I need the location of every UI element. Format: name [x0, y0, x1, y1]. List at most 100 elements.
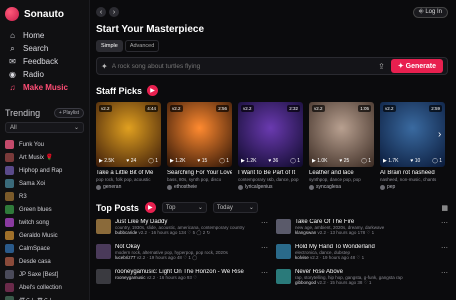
comments-count[interactable]: ◯ 1 — [219, 158, 229, 164]
trending-item[interactable]: 僕らし暮らし — [5, 294, 84, 300]
song-author[interactable]: generan — [96, 184, 161, 190]
more-options-icon[interactable]: ⋯ — [261, 244, 268, 265]
nav-item-radio[interactable]: ◉ Radio — [5, 68, 84, 81]
trending-item[interactable]: Abel's collection — [5, 281, 84, 294]
post-row[interactable]: Just Like My Daddy country, 1930s, slide,… — [96, 219, 268, 240]
play-all-icon[interactable]: ▶ — [147, 85, 159, 96]
upload-icon[interactable]: ⇪ — [378, 62, 385, 71]
song-stats: ▶ 1.2K ♥ 15 ◯ 1 — [170, 158, 229, 164]
sort-select[interactable]: Top ⌄ — [161, 202, 207, 213]
post-row[interactable]: Never Rise Above rap, storytelling, hip h… — [276, 269, 448, 290]
post-row[interactable]: Not Okay modern rock, alternative pop, hy… — [96, 244, 268, 265]
grid-view-icon[interactable]: ▦ — [441, 204, 448, 212]
login-button[interactable]: ⎆ Log In — [412, 6, 448, 18]
post-author[interactable]: gibbongod — [295, 280, 316, 285]
play-all-icon[interactable]: ▶ — [144, 202, 156, 213]
brand[interactable]: Sonauto — [5, 7, 84, 21]
post-author[interactable]: bubbcaride — [115, 230, 137, 235]
trending-item[interactable]: JP Saxe [Best] — [5, 268, 84, 281]
more-options-icon[interactable]: ⋯ — [441, 219, 448, 240]
tab-simple[interactable]: Simple — [96, 40, 123, 52]
more-options-icon[interactable]: ⋯ — [441, 244, 448, 265]
trending-item[interactable]: R3 — [5, 190, 84, 203]
song-cover[interactable]: v2.2 1:05 ▶ 1.0K ♥ 25 ◯ 1 — [309, 102, 374, 167]
song-cover[interactable]: v2.2 2:59 ▶ 1.7K ♥ 10 ◯ 1 — [380, 102, 445, 167]
song-author[interactable]: syncaglesa — [309, 184, 374, 190]
post-thumbnail[interactable] — [96, 219, 111, 234]
trending-item[interactable]: Green blues — [5, 203, 84, 216]
back-arrow-icon[interactable]: ‹ — [96, 7, 106, 17]
trending-item[interactable]: CalmSpace — [5, 242, 84, 255]
song-card[interactable]: v2.2 2:32 ▶ 1.2K ♥ 36 ◯ 1 I Want to Be Part o… — [238, 102, 303, 190]
trending-item[interactable]: Art Musix 🌹 — [5, 151, 84, 164]
song-card[interactable]: v2.2 2:59 ▶ 1.7K ♥ 10 ◯ 1 AI Brain rot nashee… — [380, 102, 445, 190]
post-author[interactable]: rooneygamusic — [115, 275, 146, 280]
post-thumbnail[interactable] — [276, 269, 291, 284]
song-title[interactable]: AI Brain rot nasheed — [380, 170, 445, 176]
post-thumbnail[interactable] — [276, 244, 291, 259]
song-title[interactable]: Leather and lace — [309, 170, 374, 176]
nav-item-home[interactable]: ⌂ Home — [5, 29, 84, 42]
song-author[interactable]: ethostheie — [167, 184, 232, 190]
trending-item[interactable]: Hiphop and Rap — [5, 164, 84, 177]
prompt-input[interactable] — [111, 62, 373, 70]
trending-filter-select[interactable]: All ⌄ — [5, 122, 84, 133]
post-row[interactable]: Hold My Hand To Wonderland electronica, d… — [276, 244, 448, 265]
comments-count[interactable]: ◯ 1 — [148, 158, 158, 164]
post-text: Just Like My Daddy country, 1930s, slide,… — [115, 219, 257, 240]
trending-item[interactable]: Geraldo Music — [5, 229, 84, 242]
post-thumbnail[interactable] — [96, 269, 111, 284]
author-name: pep — [387, 184, 396, 190]
trending-item[interactable]: Desde casa — [5, 255, 84, 268]
comments-count[interactable]: ◯ 1 — [361, 158, 371, 164]
likes-value: 25 — [343, 158, 350, 164]
nav-item-search[interactable]: ⌕ Search — [5, 42, 84, 55]
song-title[interactable]: Searching For Your Love — [167, 170, 232, 176]
post-text: Not Okay modern rock, alternative pop, hy… — [115, 244, 257, 265]
post-row[interactable]: Take Care Of The Fire new age, ambient, 2… — [276, 219, 448, 240]
post-author[interactable]: klangswan — [295, 230, 316, 235]
song-author[interactable]: pep — [380, 184, 445, 190]
more-options-icon[interactable]: ⋯ — [441, 269, 448, 290]
song-title[interactable]: Take a Little Bit of Me — [96, 170, 161, 176]
likes-value: 24 — [130, 158, 137, 164]
tab-advanced[interactable]: Advanced — [124, 40, 160, 52]
duration-badge: 2:56 — [216, 105, 229, 112]
generate-button[interactable]: ✦ Generate — [390, 59, 443, 73]
song-cover[interactable]: v2.2 2:32 ▶ 1.2K ♥ 36 ◯ 1 — [238, 102, 303, 167]
range-select[interactable]: Today ⌄ — [212, 202, 258, 213]
add-playlist-button[interactable]: + Playlist — [53, 108, 84, 118]
song-card[interactable]: v2.2 4:44 ▶ 2.5K ♥ 24 ◯ 1 Take a Little Bit o… — [96, 102, 161, 190]
playlist-thumbnail — [5, 140, 14, 149]
more-options-icon[interactable]: ⋯ — [261, 269, 268, 290]
likes-count[interactable]: ♥ 24 — [126, 158, 136, 164]
trending-item[interactable]: Sama Xoi — [5, 177, 84, 190]
likes-count[interactable]: ♥ 25 — [339, 158, 349, 164]
forward-arrow-icon[interactable]: › — [109, 7, 119, 17]
likes-count[interactable]: ♥ 10 — [410, 158, 420, 164]
comments-count[interactable]: ◯ 1 — [290, 158, 300, 164]
likes-count[interactable]: ♥ 36 — [268, 158, 278, 164]
author-name: syncaglesa — [316, 184, 342, 190]
song-cover[interactable]: v2.2 2:56 ▶ 1.2K ♥ 15 ◯ 1 — [167, 102, 232, 167]
more-options-icon[interactable]: ⋯ — [261, 219, 268, 240]
trending-item[interactable]: Funk You — [5, 138, 84, 151]
song-title[interactable]: I Want to Be Part of It — [238, 170, 303, 176]
song-card[interactable]: v2.2 1:05 ▶ 1.0K ♥ 25 ◯ 1 Leather and lace syn… — [309, 102, 374, 190]
song-author[interactable]: lyricalgenius — [238, 184, 303, 190]
post-thumbnail[interactable] — [276, 219, 291, 234]
post-row[interactable]: rooneygamusic: Light On The Horizon - We… — [96, 269, 268, 290]
post-author[interactable]: kolvise — [295, 255, 309, 260]
comments-count[interactable]: ◯ 1 — [432, 158, 442, 164]
post-author[interactable]: lucebriz77 — [115, 255, 136, 260]
chevron-right-icon[interactable]: › — [438, 129, 448, 140]
trending-item-label: R3 — [19, 193, 27, 200]
trending-item[interactable]: twitch song — [5, 216, 84, 229]
post-thumbnail[interactable] — [96, 244, 111, 259]
song-cover[interactable]: v2.2 4:44 ▶ 2.5K ♥ 24 ◯ 1 — [96, 102, 161, 167]
trending-item-label: Desde casa — [19, 258, 51, 265]
nav-item-make-music[interactable]: ♫ Make Music — [5, 81, 84, 94]
likes-count[interactable]: ♥ 15 — [197, 158, 207, 164]
song-card[interactable]: v2.2 2:56 ▶ 1.2K ♥ 15 ◯ 1 Searching For Your … — [167, 102, 232, 190]
nav-item-feedback[interactable]: ✉ Feedback — [5, 55, 84, 68]
